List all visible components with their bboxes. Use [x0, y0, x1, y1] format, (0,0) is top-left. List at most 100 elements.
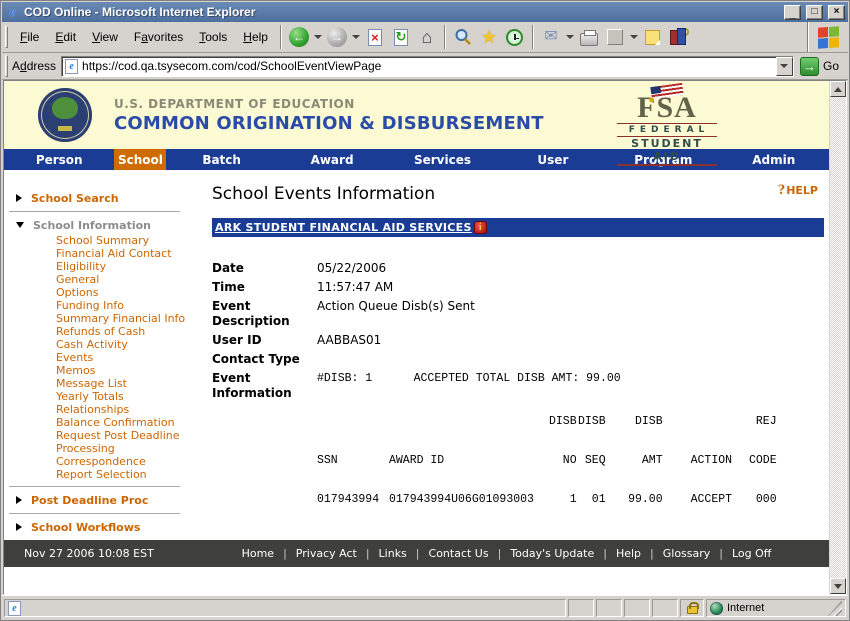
footer-link-links[interactable]: Links — [379, 547, 407, 560]
minimize-button[interactable]: _ — [784, 5, 801, 20]
info-icon[interactable]: i — [474, 221, 487, 234]
forward-dropdown-icon[interactable] — [352, 35, 360, 39]
maximize-glyph: □ — [811, 7, 817, 17]
sidebar-item-memos[interactable]: Memos — [56, 364, 204, 377]
sidebar-item-report-selection[interactable]: Report Selection — [56, 468, 204, 481]
mail-dropdown-icon[interactable] — [566, 35, 574, 39]
edit-dropdown-icon[interactable] — [630, 35, 638, 39]
header-cell — [317, 415, 389, 454]
sidebar-item-yearly-totals[interactable]: Yearly Totals — [56, 390, 204, 403]
menu-file[interactable]: File — [12, 27, 47, 47]
nav-batch[interactable]: Batch — [166, 149, 276, 170]
sidebar-item-events[interactable]: Events — [56, 351, 204, 364]
print-button[interactable] — [577, 25, 601, 49]
sidebar-section-post-deadline-proc[interactable]: Post Deadline Proc — [4, 492, 204, 508]
question-mark-icon: ? — [778, 184, 786, 197]
footer-link-contact-us[interactable]: Contact Us — [429, 547, 489, 560]
discuss-button[interactable] — [667, 25, 691, 49]
menu-favorites[interactable]: Favorites — [126, 27, 191, 47]
sidebar-section-school-search[interactable]: School Search — [4, 190, 204, 206]
back-dropdown-icon[interactable] — [314, 35, 322, 39]
favorites-button[interactable]: ★ — [477, 25, 501, 49]
back-button[interactable]: ← — [287, 25, 311, 49]
address-label-rest: dress — [27, 59, 56, 73]
scrollbar-track[interactable] — [830, 97, 846, 578]
menu-tools[interactable]: Tools — [191, 27, 235, 47]
menu-view[interactable]: View — [84, 27, 126, 47]
sidebar-item-school-summary[interactable]: School Summary — [56, 234, 204, 247]
sidebar-item-options[interactable]: Options — [56, 286, 204, 299]
sidebar-section-school-information[interactable]: School Information — [4, 217, 204, 233]
scroll-up-button[interactable] — [830, 81, 846, 97]
sidebar-item-relationships[interactable]: Relationships — [56, 403, 204, 416]
address-input[interactable]: e https://cod.qa.tsysecom.com/cod/School… — [61, 56, 794, 77]
footer-timestamp: Nov 27 2006 10:08 EST — [24, 547, 214, 560]
forward-button[interactable]: → — [325, 25, 349, 49]
footer-link-log-off[interactable]: Log Off — [732, 547, 771, 560]
refresh-button[interactable]: ↻ — [389, 25, 413, 49]
footer-link-privacy-act[interactable]: Privacy Act — [296, 547, 357, 560]
page-banner: U.S. DEPARTMENT OF EDUCATION COMMON ORIG… — [4, 81, 829, 149]
home-button[interactable]: ⌂ — [415, 25, 439, 49]
sidebar-item-refunds-of-cash[interactable]: Refunds of Cash — [56, 325, 204, 338]
maximize-button[interactable]: □ — [806, 5, 823, 20]
close-button[interactable]: × — [828, 5, 845, 20]
toolbar-grip[interactable] — [5, 26, 8, 48]
cell-disb-amt: 99.00 — [606, 493, 663, 506]
footer-link-todays-update[interactable]: Today's Update — [510, 547, 594, 560]
footer-link-home[interactable]: Home — [242, 547, 274, 560]
sidebar-item-eligibility[interactable]: Eligibility — [56, 260, 204, 273]
nav-admin[interactable]: Admin — [719, 149, 829, 170]
vertical-scrollbar[interactable] — [829, 81, 846, 594]
dept-of-education-seal-icon — [38, 88, 92, 142]
sidebar-item-funding-info[interactable]: Funding Info — [56, 299, 204, 312]
sidebar-item-cash-activity[interactable]: Cash Activity — [56, 338, 204, 351]
mail-button[interactable]: ✉ — [539, 25, 563, 49]
sidebar-items: School Summary Financial Aid Contact Eli… — [4, 233, 204, 481]
menu-file-rest: ile — [27, 30, 39, 44]
app-name: COMMON ORIGINATION & DISBURSEMENT — [114, 113, 544, 134]
sidebar-item-summary-financial-info[interactable]: Summary Financial Info — [56, 312, 204, 325]
edit-button[interactable] — [603, 25, 627, 49]
search-button[interactable] — [451, 25, 475, 49]
sidebar-item-balance-confirmation[interactable]: Balance Confirmation — [56, 416, 204, 429]
nav-user[interactable]: User — [498, 149, 608, 170]
sidebar-item-correspondence[interactable]: Correspondence — [56, 455, 204, 468]
footer-link-help[interactable]: Help — [616, 547, 641, 560]
history-button[interactable] — [503, 25, 527, 49]
header-cell — [389, 415, 549, 454]
windows-logo-icon — [818, 26, 839, 48]
menu-help[interactable]: Help — [235, 27, 276, 47]
sidebar-item-financial-aid-contact[interactable]: Financial Aid Contact — [56, 247, 204, 260]
nav-services[interactable]: Services — [387, 149, 497, 170]
address-grip[interactable] — [5, 55, 8, 77]
scroll-down-button[interactable] — [830, 578, 846, 594]
fsa-acronym: FSA — [617, 94, 717, 122]
sidebar-item-processing[interactable]: Processing — [56, 442, 204, 455]
title-row: School Events Information ? HELP — [212, 184, 824, 204]
school-name-link[interactable]: ARK STUDENT FINANCIAL AID SERVICES — [215, 221, 472, 234]
resize-grip[interactable] — [828, 600, 842, 616]
field-value: #DISB: 1 ACCEPTED TOTAL DISB AMT: 99.00 — [312, 371, 621, 401]
help-button[interactable]: ? HELP — [778, 184, 818, 197]
notes-button[interactable] — [641, 25, 665, 49]
address-dropdown-button[interactable] — [776, 57, 793, 76]
menu-favorites-rest: vorites — [148, 30, 183, 44]
stop-button[interactable]: × — [363, 25, 387, 49]
sidebar-item-message-list[interactable]: Message List — [56, 377, 204, 390]
url-text[interactable]: https://cod.qa.tsysecom.com/cod/SchoolEv… — [82, 59, 772, 73]
sidebar-item-request-post-deadline[interactable]: Request Post Deadline — [56, 429, 204, 442]
sidebar-item-general[interactable]: General — [56, 273, 204, 286]
security-pane — [680, 599, 704, 617]
header-cell: CODE — [733, 454, 777, 493]
menu-tools-rest: ools — [205, 30, 227, 44]
footer-link-glossary[interactable]: Glossary — [663, 547, 711, 560]
go-button[interactable]: → Go — [794, 57, 845, 76]
address-label-pre: A — [12, 59, 20, 73]
nav-school[interactable]: School — [114, 149, 166, 170]
globe-icon — [710, 602, 723, 615]
nav-award[interactable]: Award — [277, 149, 387, 170]
sidebar-section-school-workflows[interactable]: School Workflows — [4, 519, 204, 535]
nav-person[interactable]: Person — [4, 149, 114, 170]
menu-edit[interactable]: Edit — [47, 27, 84, 47]
